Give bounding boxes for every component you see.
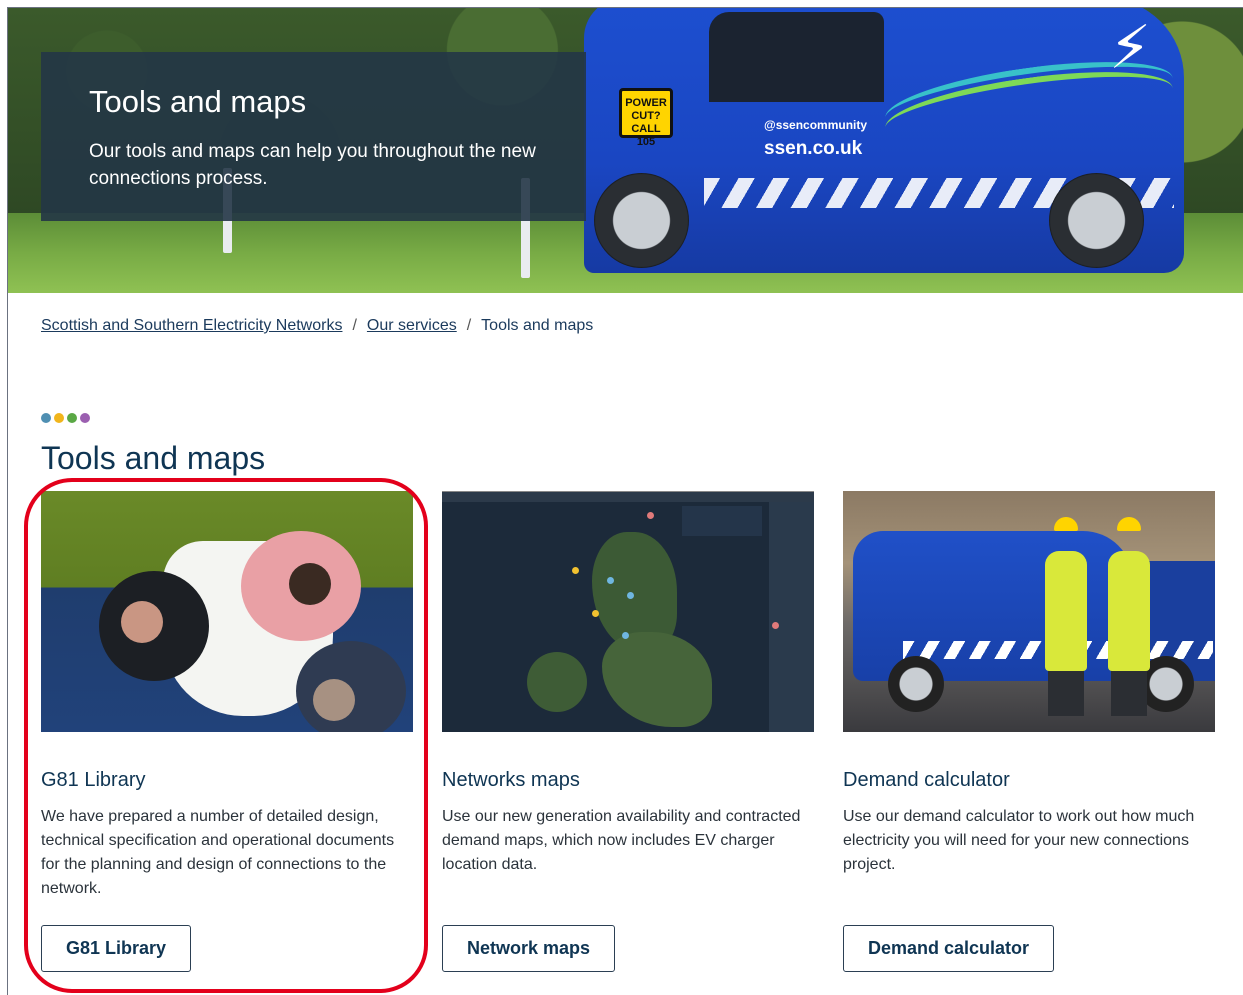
person-head	[289, 563, 331, 605]
card-image-map	[442, 491, 814, 732]
hard-hat-icon	[1117, 517, 1141, 531]
card-networks-maps: Networks maps Use our new generation ava…	[442, 491, 814, 972]
person	[296, 641, 406, 732]
worker	[1108, 551, 1150, 671]
breadcrumb: Scottish and Southern Electricity Networ…	[41, 317, 593, 335]
map-pin	[647, 512, 654, 519]
van-wheel	[888, 656, 944, 712]
breadcrumb-separator: /	[352, 317, 357, 334]
breadcrumb-current: Tools and maps	[481, 317, 594, 334]
brand-dot	[80, 413, 90, 423]
map-toolbar	[442, 492, 814, 502]
worker	[1045, 551, 1087, 671]
brand-dot	[41, 413, 51, 423]
card-title: G81 Library	[41, 769, 146, 791]
map-pin	[627, 592, 634, 599]
hero-subtitle: Our tools and maps can help you througho…	[89, 141, 536, 189]
hero-van-image: POWER CUT? CALL 105 @ssencommunity ssen.…	[584, 8, 1184, 273]
van-wheel	[1049, 173, 1144, 268]
brand-dot	[54, 413, 64, 423]
map-pin	[772, 622, 779, 629]
person-head	[121, 601, 163, 643]
card-g81-library: G81 Library We have prepared a number of…	[41, 491, 413, 972]
map-land	[602, 632, 712, 727]
breadcrumb-link-our-services[interactable]: Our services	[367, 317, 457, 335]
van-wheel	[594, 173, 689, 268]
card-image-meeting	[41, 491, 413, 732]
breadcrumb-separator: /	[466, 317, 472, 334]
map-pin	[592, 610, 599, 617]
brand-dots	[41, 413, 90, 423]
van-sticker: POWER CUT? CALL 105	[619, 88, 673, 148]
van-window	[709, 12, 884, 102]
page-frame: POWER CUT? CALL 105 @ssencommunity ssen.…	[7, 7, 1243, 995]
hard-hat-icon	[1054, 517, 1078, 531]
card-title: Demand calculator	[843, 769, 1010, 791]
map-land	[527, 652, 587, 712]
van-social: @ssencommunity	[764, 118, 868, 132]
map-legend	[682, 506, 762, 536]
pylon-icon: ⚡	[1109, 14, 1152, 81]
breadcrumb-link-home[interactable]: Scottish and Southern Electricity Networ…	[41, 317, 342, 335]
card-description: Use our new generation availability and …	[442, 808, 801, 873]
card-description: We have prepared a number of detailed de…	[41, 808, 395, 897]
map-sidebar	[769, 502, 814, 732]
person-head	[313, 679, 355, 721]
map-pin	[607, 577, 614, 584]
card-image-engineers	[843, 491, 1215, 732]
van-url: ssen.co.uk	[764, 138, 863, 159]
hero-panel: Tools and maps Our tools and maps can he…	[41, 52, 586, 221]
map-pin	[572, 567, 579, 574]
brand-dot	[67, 413, 77, 423]
g81-library-button[interactable]: G81 Library	[41, 925, 192, 972]
section-title: Tools and maps	[41, 440, 266, 476]
hero-banner: POWER CUT? CALL 105 @ssencommunity ssen.…	[8, 8, 1243, 293]
card-demand-calculator: Demand calculator Use our demand calcula…	[843, 491, 1215, 972]
card-title: Networks maps	[442, 769, 580, 791]
map-pin	[622, 632, 629, 639]
network-maps-button[interactable]: Network maps	[442, 925, 616, 972]
card-description: Use our demand calculator to work out ho…	[843, 808, 1195, 873]
hero-title: Tools and maps	[89, 84, 307, 119]
demand-calculator-button[interactable]: Demand calculator	[843, 925, 1055, 972]
